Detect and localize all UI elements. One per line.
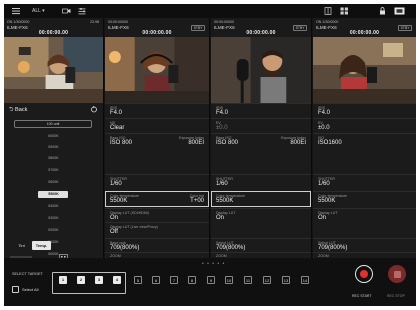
page-indicator[interactable]: • • • • • [202, 261, 225, 267]
timecode: 00:00:00.00 [38, 30, 69, 36]
camera-preview[interactable] [313, 37, 416, 103]
color-temperature-setting[interactable]: Color temperature 5500K [313, 191, 416, 207]
camera-preview[interactable] [105, 37, 209, 103]
camera-panel-1[interactable]: ON 1/30/0000 ILME-FX6 23.98 00:00:00.00 … [4, 18, 104, 264]
target-11[interactable]: 11 [244, 276, 252, 284]
display-lut-setting[interactable]: Display LUT On [211, 208, 311, 222]
preview-image [4, 37, 103, 103]
list-item[interactable]: 5600K [4, 180, 103, 184]
target-5[interactable]: 5 [134, 276, 142, 284]
color-temperature-setting[interactable]: Color temperature 5500K Color tint T+00 [105, 191, 209, 207]
camera-status: 00:00:00000 [108, 20, 128, 24]
iris-setting[interactable]: IRIS F4.0 [313, 103, 416, 118]
list-adjust-icon[interactable] [78, 7, 87, 15]
timecode: 00:00:00.00 [142, 30, 172, 36]
preview-image [105, 37, 209, 103]
camera-panel-4[interactable]: ON 1/30/0000 ILME-FX6 STBY 00:00:00.00 I… [313, 18, 416, 258]
select-all-checkbox[interactable] [12, 286, 19, 293]
select-all-label: Select All [22, 287, 39, 292]
app-window: ALL ▾ ON 1/30/0000 ILME-FX6 23.98 00:00:… [4, 4, 416, 306]
target-2[interactable]: 2 [77, 276, 85, 284]
top-bar: ALL ▾ [4, 4, 416, 18]
reset-icon[interactable] [90, 105, 98, 113]
picker-header: ⮌ Back [4, 103, 103, 115]
list-item[interactable]: 6000K [4, 134, 103, 138]
list-item[interactable]: 5200K [4, 228, 103, 232]
target-1[interactable]: 1 [59, 276, 67, 284]
temp-toggle[interactable]: Temp. [32, 241, 51, 250]
record-icon [360, 270, 368, 278]
list-item[interactable]: 5400K [4, 204, 103, 208]
color-temperature-setting[interactable]: Color temperature 5500K [211, 191, 311, 207]
display-lut-liveview-setting[interactable]: Display LUT (Live view/Proxy) Off [105, 222, 209, 237]
target-4[interactable]: 4 [113, 276, 121, 284]
target-14[interactable]: 14 [301, 276, 309, 284]
camera-preview[interactable] [211, 37, 311, 103]
camera-status: ON 1/30/0000 [316, 20, 339, 24]
view-dropdown[interactable]: ALL ▾ [32, 6, 45, 16]
camera-panel-3[interactable]: 00:00:00000 ILME-FX6 STBY 00:00:00.00 IR… [211, 18, 312, 258]
ev-setting[interactable]: EV ±0.0 [313, 118, 416, 133]
shutter-setting[interactable]: SHUTTER 1/60 [313, 174, 416, 190]
iso-setting[interactable]: ISO ISO1600 [313, 133, 416, 151]
list-item[interactable]: 5700K [4, 168, 103, 172]
target-13[interactable]: 13 [282, 276, 290, 284]
target-9[interactable]: 9 [207, 276, 215, 284]
shutter-setting[interactable]: SHUTTER 1/60 [105, 174, 209, 190]
hamburger-menu-icon[interactable] [12, 7, 21, 15]
vertical-split-icon[interactable] [324, 7, 333, 15]
rec-stop-label: REC STOP [387, 294, 405, 298]
tint-toggle[interactable]: Tint [14, 241, 29, 250]
bottom-bar: • • • • • SELECT TARGET Select All 1 2 3… [4, 258, 416, 306]
rec-start-button[interactable] [355, 265, 373, 283]
camera-panel-2[interactable]: 00:00:00000 ILME-FX6 STBY 00:00:00.00 IR… [105, 18, 210, 258]
nd-setting[interactable]: ND Clear [105, 118, 209, 133]
target-6[interactable]: 6 [152, 276, 160, 284]
timecode: 00:00:00.00 [246, 30, 276, 36]
timecode: 00:00:00.00 [349, 30, 380, 36]
select-lut-setting[interactable]: Select LUT 709(800%) [313, 238, 416, 252]
target-12[interactable]: 12 [263, 276, 271, 284]
camera-status: ON 1/30/0000 [7, 20, 30, 24]
lock-icon[interactable] [378, 7, 387, 15]
back-button[interactable]: ⮌ Back [9, 105, 27, 115]
list-item-selected[interactable]: 5500K [4, 192, 103, 196]
ev-setting[interactable]: EV ±0.0 [211, 118, 311, 133]
iris-setting[interactable]: IRIS F4.0 [211, 103, 311, 118]
shutter-setting[interactable]: SHUTTER 1/60 [211, 174, 311, 190]
list-item[interactable]: 5900K [4, 145, 103, 149]
camera-header: ON 1/30/0000 ILME-FX6 23.98 00:00:00.00 [4, 18, 103, 37]
list-item[interactable]: 5800K [4, 156, 103, 160]
select-lut-setting[interactable]: Select LUT 709(800%) [211, 238, 311, 252]
iris-setting[interactable]: IRIS F4.0 [105, 103, 209, 118]
base-look-setting[interactable]: Base look 709(800%) [105, 238, 209, 252]
iso-setting[interactable]: Base ISO ISO 800 Exposure Index 800EI [105, 133, 209, 151]
single-view-icon[interactable] [394, 7, 405, 15]
camera-preview[interactable] [4, 37, 103, 103]
camera-header: ON 1/30/0000 ILME-FX6 STBY 00:00:00.00 [313, 18, 416, 37]
target-8[interactable]: 8 [188, 276, 196, 284]
camera-header: 00:00:00000 ILME-FX6 STBY 00:00:00.00 [211, 18, 311, 37]
camera-header: 00:00:00000 ILME-FX6 STBY 00:00:00.00 [105, 18, 209, 37]
target-7[interactable]: 7 [170, 276, 178, 284]
display-lut-setting[interactable]: Display LUT On [313, 208, 416, 222]
iso-setting[interactable]: Base ISO ISO 800 Exposure Index 800EI [211, 133, 311, 151]
frame-rate: 23.98 [90, 20, 99, 24]
video-sync-icon[interactable] [62, 7, 71, 15]
display-lut-setting[interactable]: Display LUT (SDI/HDMI) On [105, 208, 209, 222]
step-unit-field[interactable]: 100 unit [14, 120, 92, 128]
target-10[interactable]: 10 [225, 276, 233, 284]
select-target-label: SELECT TARGET [12, 272, 43, 276]
back-label: Back [15, 107, 28, 113]
preview-image [211, 37, 311, 103]
rec-stop-button[interactable] [388, 265, 406, 283]
preview-image [313, 37, 416, 103]
list-item[interactable]: 5300K [4, 216, 103, 220]
target-3[interactable]: 3 [95, 276, 103, 284]
stop-icon [393, 270, 401, 278]
rec-start-label: REC START [352, 294, 372, 298]
grid-view-icon[interactable] [340, 7, 349, 15]
camera-status: 00:00:00000 [214, 20, 234, 24]
